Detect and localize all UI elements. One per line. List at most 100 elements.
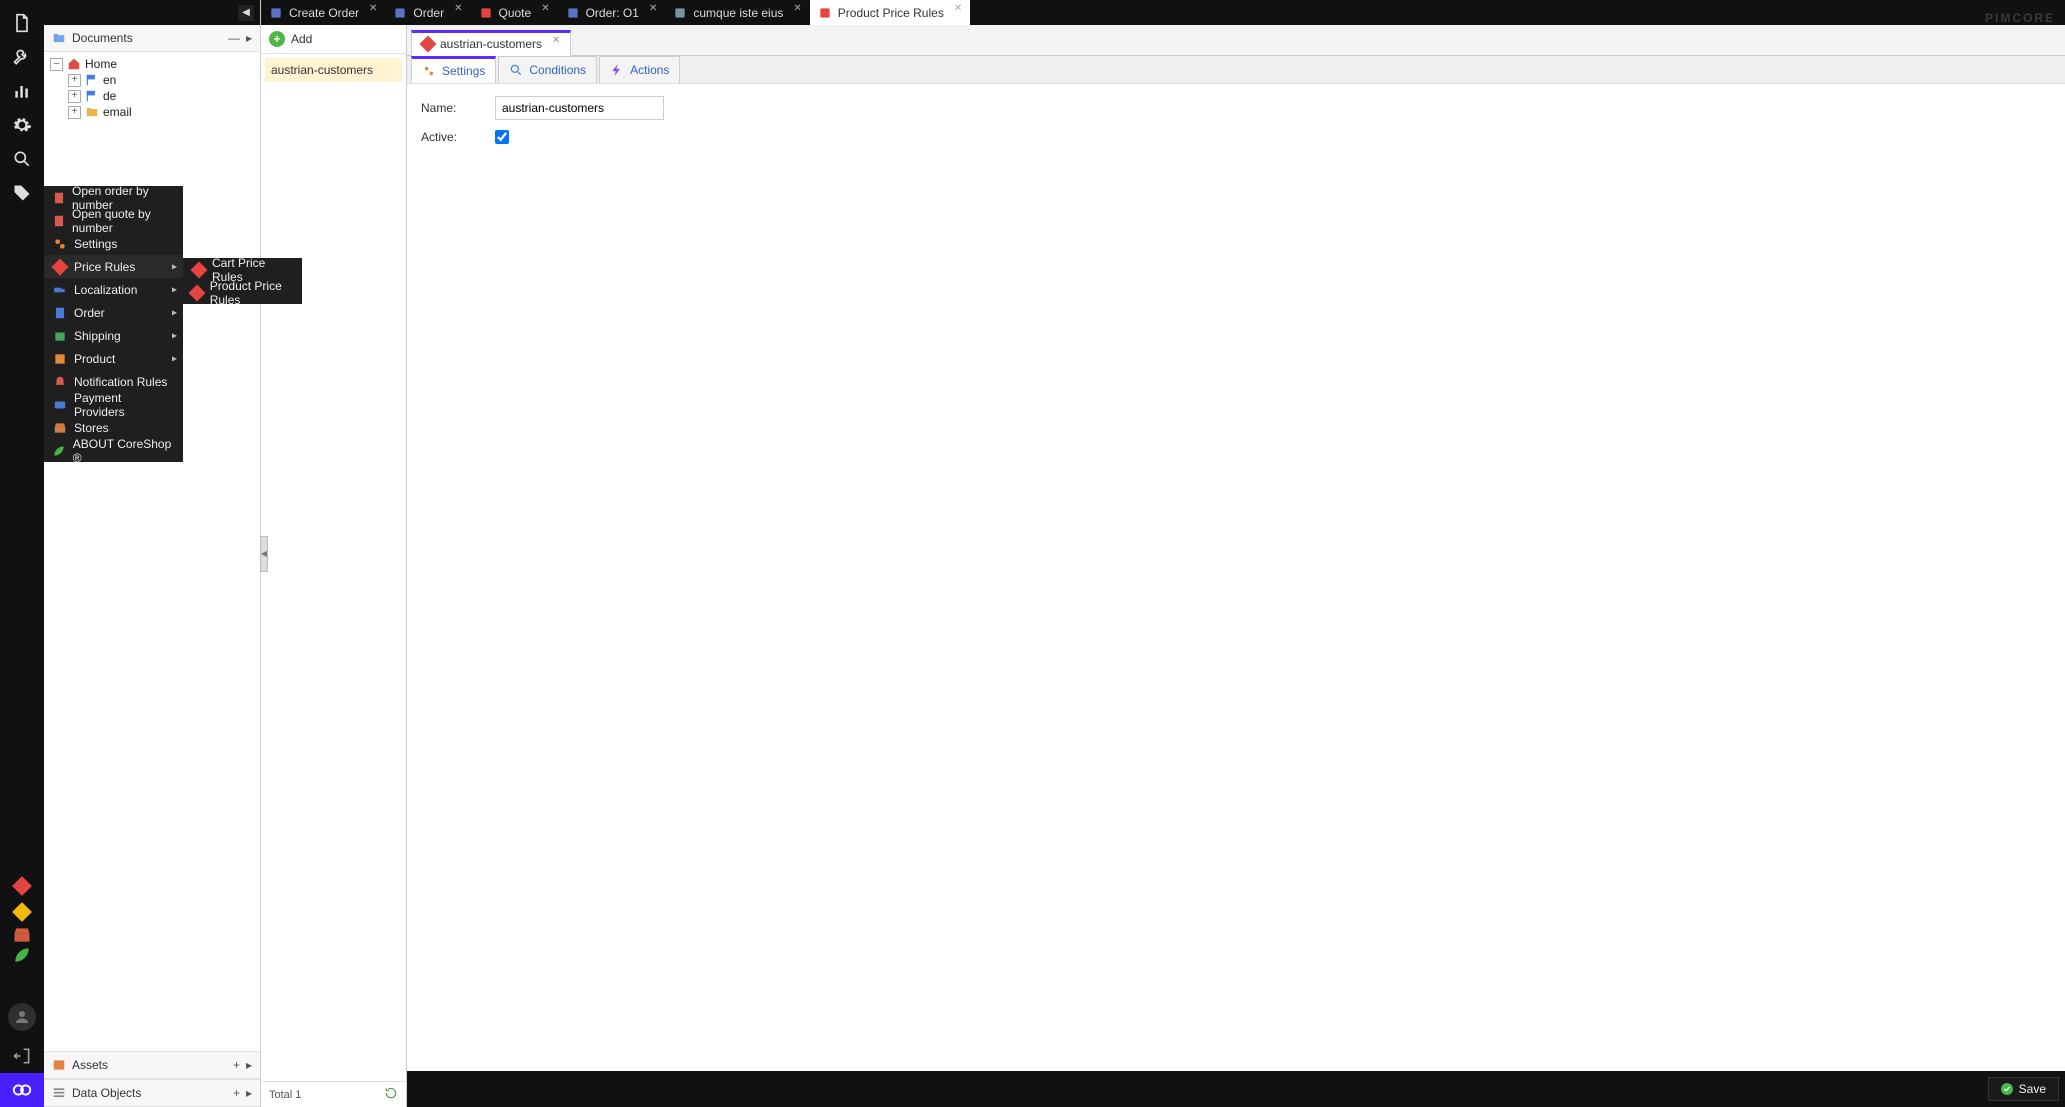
- file-icon[interactable]: [5, 6, 39, 40]
- avatar[interactable]: [8, 1003, 36, 1031]
- tree-node[interactable]: + de: [44, 88, 260, 104]
- list-statusbar: Total 1: [261, 1081, 406, 1107]
- tree-node[interactable]: + email: [44, 104, 260, 120]
- close-icon[interactable]: ✕: [369, 3, 377, 14]
- leaf-icon[interactable]: [5, 945, 39, 965]
- add-button-label[interactable]: Add: [291, 32, 312, 46]
- name-input[interactable]: [495, 96, 664, 120]
- list-item[interactable]: austrian-customers: [265, 58, 402, 82]
- dataobjects-header[interactable]: Data Objects + ▸: [44, 1079, 260, 1107]
- assets-header[interactable]: Assets + ▸: [44, 1051, 260, 1079]
- box-orange-icon: [52, 351, 68, 367]
- close-icon[interactable]: ✕: [793, 3, 801, 14]
- menu-item[interactable]: Product▸: [44, 347, 183, 370]
- documents-header[interactable]: Documents — ▸: [44, 25, 260, 52]
- check-icon: [2001, 1083, 2013, 1095]
- tab-icon: [673, 6, 687, 20]
- store-icon: [52, 420, 68, 436]
- menu-item[interactable]: Settings: [44, 232, 183, 255]
- chevron-right-icon[interactable]: ▸: [246, 31, 252, 45]
- menu-item[interactable]: Localization▸: [44, 278, 183, 301]
- tab[interactable]: Product Price Rules ✕: [810, 0, 970, 25]
- flag-icon: [85, 73, 99, 87]
- tab-icon: [479, 6, 493, 20]
- tab-actions[interactable]: Actions: [599, 56, 680, 83]
- splitter-handle[interactable]: ◀: [260, 536, 268, 572]
- active-label: Active:: [421, 130, 481, 144]
- menu-item-label: Settings: [74, 237, 117, 251]
- tab[interactable]: cumque iste eius ✕: [665, 0, 809, 25]
- minimize-icon[interactable]: —: [228, 31, 240, 45]
- add-button-icon[interactable]: +: [269, 31, 285, 47]
- close-icon[interactable]: ✕: [541, 3, 549, 14]
- left-panels: ◀ Documents — ▸ – Home + en + de: [44, 0, 261, 1107]
- tab-label: cumque iste eius: [693, 6, 783, 20]
- menu-item[interactable]: Open quote by number: [44, 209, 183, 232]
- close-icon[interactable]: ✕: [552, 35, 560, 46]
- context-submenu: Cart Price RulesProduct Price Rules: [183, 258, 302, 304]
- active-checkbox[interactable]: [495, 130, 509, 144]
- menu-item[interactable]: Shipping▸: [44, 324, 183, 347]
- menu-item-label: Localization: [74, 283, 137, 297]
- subtab-rule[interactable]: austrian-customers ✕: [411, 30, 571, 56]
- chevron-right-icon[interactable]: ▸: [246, 1058, 252, 1072]
- tabbar: Create Order✕Order✕Quote✕Order: O1✕cumqu…: [261, 0, 2065, 25]
- chevron-right-icon: ▸: [172, 261, 177, 272]
- chevron-right-icon: ▸: [172, 307, 177, 318]
- doc-blue-icon: [52, 305, 68, 321]
- menu-item[interactable]: Payment Providers: [44, 393, 183, 416]
- tab-label: Product Price Rules: [838, 6, 944, 20]
- inner-tabs: Settings Conditions Actions: [407, 56, 2065, 84]
- save-label: Save: [2019, 1082, 2046, 1096]
- tab-settings[interactable]: Settings: [411, 56, 496, 83]
- chevron-right-icon[interactable]: ▸: [246, 1086, 252, 1100]
- close-icon[interactable]: ✕: [454, 3, 462, 14]
- list-icon: [52, 1086, 66, 1100]
- tree-label: en: [103, 73, 116, 87]
- left-rail: [0, 0, 44, 1107]
- tab[interactable]: Order: O1✕: [558, 0, 666, 25]
- tab-icon: [393, 6, 407, 20]
- collapse-left-button[interactable]: ◀: [238, 5, 254, 21]
- search-icon[interactable]: [5, 142, 39, 176]
- package-green-icon: [52, 328, 68, 344]
- chart-icon[interactable]: [5, 74, 39, 108]
- tree-toggle[interactable]: –: [50, 58, 63, 71]
- plus-icon[interactable]: +: [233, 1086, 240, 1100]
- menu-item[interactable]: Order▸: [44, 301, 183, 324]
- folder-icon: [52, 31, 66, 45]
- content-pane: austrian-customers ✕ Settings Conditions…: [407, 25, 2065, 1107]
- tree-toggle[interactable]: +: [68, 74, 81, 87]
- close-icon[interactable]: ✕: [649, 3, 657, 14]
- tag-icon[interactable]: [5, 176, 39, 210]
- context-menu: Open order by numberOpen quote by number…: [44, 186, 183, 462]
- tree-toggle[interactable]: +: [68, 90, 81, 103]
- reload-icon[interactable]: [384, 1086, 398, 1103]
- tab-icon: [269, 6, 283, 20]
- tab-label: Order: [413, 6, 444, 20]
- submenu-item[interactable]: Product Price Rules: [183, 281, 302, 304]
- gear-icon[interactable]: [5, 108, 39, 142]
- close-icon[interactable]: ✕: [954, 3, 962, 14]
- list-item-label: austrian-customers: [271, 63, 373, 77]
- wrench-icon[interactable]: [5, 40, 39, 74]
- diamond-red-icon: [52, 259, 68, 275]
- tab[interactable]: Create Order✕: [261, 0, 385, 25]
- tab[interactable]: Quote✕: [471, 0, 558, 25]
- menu-item[interactable]: ABOUT CoreShop ®: [44, 439, 183, 462]
- diamond-red-icon[interactable]: [12, 876, 32, 896]
- store-mini-icon[interactable]: [5, 925, 39, 945]
- name-label: Name:: [421, 101, 481, 115]
- tree-toggle[interactable]: +: [68, 106, 81, 119]
- save-button[interactable]: Save: [1988, 1077, 2059, 1101]
- truck-blue-icon: [52, 282, 68, 298]
- tab-conditions[interactable]: Conditions: [498, 56, 597, 83]
- diamond-yellow-icon[interactable]: [12, 902, 32, 922]
- tab[interactable]: Order ✕: [385, 0, 470, 25]
- plus-icon[interactable]: +: [233, 1058, 240, 1072]
- tree-node[interactable]: + en: [44, 72, 260, 88]
- add-bar: + Add: [261, 25, 406, 54]
- logout-icon[interactable]: [5, 1039, 39, 1073]
- tree-root[interactable]: – Home: [44, 56, 260, 72]
- menu-item[interactable]: Price Rules▸: [44, 255, 183, 278]
